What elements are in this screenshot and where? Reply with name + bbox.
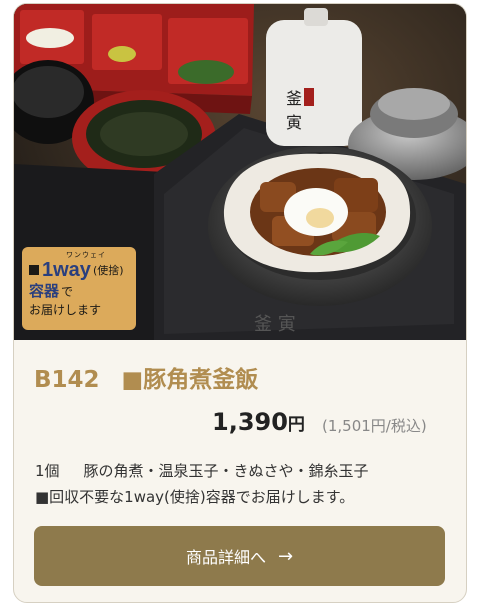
svg-text:寅: 寅	[286, 113, 302, 132]
product-photo[interactable]: 釜 寅 釜 寅 ワンウェイ 1way (使捨) 容器 で お届けします	[14, 4, 466, 340]
product-description: 1個 豚の角煮・温泉玉子・きぬさや・錦糸玉子 ■回収不要な1way(使捨)容器でお…	[35, 458, 369, 510]
svg-text:釜: 釜	[286, 89, 302, 108]
svg-text:釜 寅: 釜 寅	[254, 314, 296, 335]
price: 1,390円	[212, 408, 305, 436]
price-value: 1,390	[212, 408, 288, 436]
quantity: 1個	[35, 462, 60, 480]
product-detail-button[interactable]: 商品詳細へ →	[34, 526, 445, 586]
product-name: ■豚角煮釜飯	[121, 367, 259, 393]
contents-line: 1個 豚の角煮・温泉玉子・きぬさや・錦糸玉子	[35, 458, 369, 484]
product-card[interactable]: 釜 寅 釜 寅 ワンウェイ 1way (使捨) 容器 で お届けします B142…	[13, 3, 467, 603]
badge-disposable: (使捨)	[92, 264, 124, 277]
product-title: B142 ■豚角煮釜飯	[34, 360, 258, 394]
contents: 豚の角煮・温泉玉子・きぬさや・錦糸玉子	[83, 462, 369, 480]
arrow-right-icon: →	[277, 545, 294, 567]
badge-oneway: 1way	[42, 259, 91, 281]
price-tax-included: (1,501円/税込)	[322, 417, 427, 435]
product-code: B142	[34, 367, 100, 393]
badge-deliver: お届けします	[29, 303, 102, 317]
badge-particle: で	[61, 285, 74, 299]
square-bullet-icon	[29, 265, 39, 275]
badge-container: 容器	[29, 282, 60, 300]
one-way-container-badge: ワンウェイ 1way (使捨) 容器 で お届けします	[22, 247, 136, 330]
price-row: 1,390円 (1,501円/税込)	[14, 408, 466, 438]
price-unit: 円	[287, 415, 305, 435]
badge-ruby: ワンウェイ	[66, 251, 106, 259]
container-note: ■回収不要な1way(使捨)容器でお届けします。	[35, 488, 355, 506]
product-detail-label: 商品詳細へ	[185, 548, 266, 567]
